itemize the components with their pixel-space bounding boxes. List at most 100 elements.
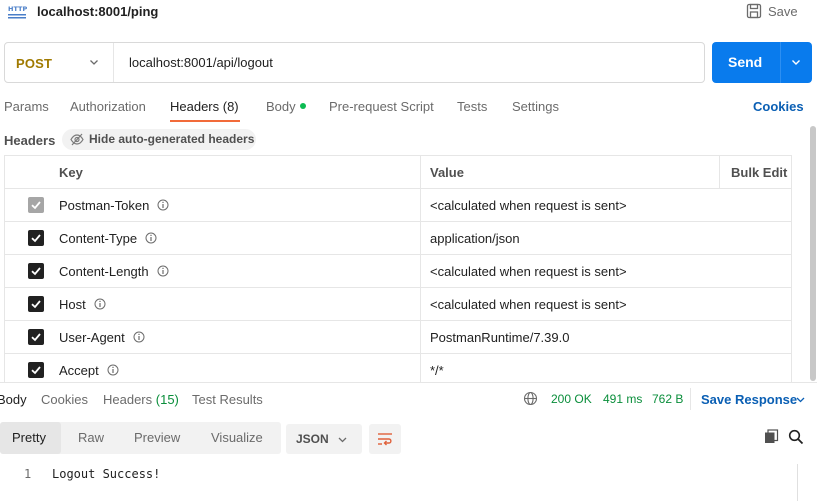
check-icon xyxy=(31,234,41,243)
url-bar: POST localhost:8001/api/logout xyxy=(4,42,705,83)
row-checkbox[interactable] xyxy=(28,197,44,213)
send-divider xyxy=(780,42,781,83)
tab-tests[interactable]: Tests xyxy=(457,99,487,114)
response-size[interactable]: 762 B xyxy=(652,392,683,406)
table-row: Postman-Token <calculated when request i… xyxy=(5,189,791,222)
bulk-edit-button[interactable]: Bulk Edit xyxy=(731,165,787,180)
copy-icon[interactable] xyxy=(764,429,779,444)
cookies-link[interactable]: Cookies xyxy=(753,99,804,114)
chevron-down-icon[interactable] xyxy=(88,56,100,68)
view-visualize-button[interactable]: Visualize xyxy=(211,430,263,445)
hide-auto-generated-label: Hide auto-generated headers xyxy=(89,132,255,146)
column-header-key: Key xyxy=(59,165,83,180)
chevron-down-icon[interactable] xyxy=(795,394,806,405)
header-key-label: Content-Length xyxy=(59,264,149,279)
url-input[interactable]: localhost:8001/api/logout xyxy=(129,55,273,70)
active-tab-underline xyxy=(170,120,240,122)
response-body-text[interactable]: Logout Success! xyxy=(52,467,160,481)
header-key-label: Accept xyxy=(59,363,99,378)
table-row: Host <calculated when request is sent> xyxy=(5,288,791,321)
response-headers-label: Headers xyxy=(103,392,153,407)
info-icon[interactable] xyxy=(107,364,119,376)
table-row: Accept */* xyxy=(5,354,791,383)
method-select[interactable]: POST xyxy=(16,56,52,71)
headers-table: Key Value Bulk Edit Postman-Token <calcu… xyxy=(4,155,792,383)
format-select-value: JSON xyxy=(296,432,329,446)
save-icon[interactable] xyxy=(746,3,762,19)
url-divider xyxy=(113,43,114,82)
tab-settings[interactable]: Settings xyxy=(512,99,559,114)
http-icon: HTTP xyxy=(8,5,27,19)
check-icon xyxy=(31,366,41,375)
eye-slash-icon xyxy=(70,133,84,146)
chevron-down-icon[interactable] xyxy=(790,56,802,68)
response-tab-body[interactable]: Body xyxy=(0,392,27,407)
line-number: 1 xyxy=(24,467,32,481)
header-value[interactable]: <calculated when request is sent> xyxy=(430,198,627,213)
response-tab-cookies[interactable]: Cookies xyxy=(41,392,88,407)
check-icon xyxy=(31,267,41,276)
header-key[interactable]: Content-Type xyxy=(59,231,157,246)
header-value[interactable]: <calculated when request is sent> xyxy=(430,264,627,279)
svg-text:HTTP: HTTP xyxy=(8,5,27,13)
response-tab-test-results[interactable]: Test Results xyxy=(192,392,263,407)
info-icon[interactable] xyxy=(145,232,157,244)
header-key[interactable]: Postman-Token xyxy=(59,198,169,213)
view-pretty-button[interactable]: Pretty xyxy=(12,430,46,445)
header-value[interactable]: */* xyxy=(430,363,444,378)
row-checkbox[interactable] xyxy=(28,296,44,312)
globe-icon[interactable] xyxy=(523,391,538,406)
wrap-lines-icon xyxy=(378,433,392,446)
format-select[interactable]: JSON xyxy=(286,424,362,454)
response-divider[interactable] xyxy=(0,382,817,383)
request-name[interactable]: localhost:8001/ping xyxy=(37,4,158,19)
header-key[interactable]: Accept xyxy=(59,363,119,378)
header-key-label: Postman-Token xyxy=(59,198,150,213)
info-icon[interactable] xyxy=(94,298,106,310)
response-time[interactable]: 491 ms xyxy=(603,392,642,406)
body-indicator-dot xyxy=(299,103,306,109)
view-raw-button[interactable]: Raw xyxy=(78,430,104,445)
hide-auto-generated-button[interactable]: Hide auto-generated headers xyxy=(62,129,256,150)
tab-body-label: Body xyxy=(266,99,296,114)
row-checkbox[interactable] xyxy=(28,263,44,279)
tab-body[interactable]: Body xyxy=(266,99,306,114)
header-key[interactable]: Host xyxy=(59,297,106,312)
table-header-row: Key Value Bulk Edit xyxy=(5,156,791,189)
save-button[interactable]: Save xyxy=(768,4,798,19)
info-icon[interactable] xyxy=(157,265,169,277)
row-checkbox[interactable] xyxy=(28,329,44,345)
header-value[interactable]: application/json xyxy=(430,231,520,246)
tab-params[interactable]: Params xyxy=(4,99,49,114)
response-status[interactable]: 200 OK xyxy=(551,392,592,406)
header-key-label: Content-Type xyxy=(59,231,138,246)
response-tab-headers[interactable]: Headers (15) xyxy=(103,392,179,407)
view-preview-button[interactable]: Preview xyxy=(134,430,180,445)
header-value[interactable]: PostmanRuntime/7.39.0 xyxy=(430,330,569,345)
header-key[interactable]: Content-Length xyxy=(59,264,169,279)
row-checkbox[interactable] xyxy=(28,362,44,378)
header-key-label: Host xyxy=(59,297,86,312)
save-response-button[interactable]: Save Response xyxy=(701,392,797,407)
header-key-label: User-Agent xyxy=(59,330,125,345)
column-divider xyxy=(719,156,720,189)
header-value[interactable]: <calculated when request is sent> xyxy=(430,297,627,312)
info-icon[interactable] xyxy=(157,199,169,211)
tab-pre-request-script[interactable]: Pre-request Script xyxy=(329,99,434,114)
tab-headers[interactable]: Headers (8) xyxy=(170,99,239,114)
headers-section-label: Headers xyxy=(4,133,56,148)
header-key[interactable]: User-Agent xyxy=(59,330,145,345)
code-scrollbar[interactable] xyxy=(797,464,798,501)
tab-authorization[interactable]: Authorization xyxy=(70,99,146,114)
search-icon[interactable] xyxy=(788,429,804,445)
vertical-scrollbar[interactable] xyxy=(810,126,816,381)
chevron-down-icon xyxy=(338,437,347,443)
row-checkbox[interactable] xyxy=(28,230,44,246)
send-button[interactable]: Send xyxy=(712,42,812,83)
wrap-lines-button[interactable] xyxy=(369,424,401,454)
check-icon xyxy=(31,333,41,342)
table-row: Content-Type application/json xyxy=(5,222,791,255)
info-icon[interactable] xyxy=(133,331,145,343)
status-divider xyxy=(690,388,691,410)
column-header-value: Value xyxy=(430,165,464,180)
